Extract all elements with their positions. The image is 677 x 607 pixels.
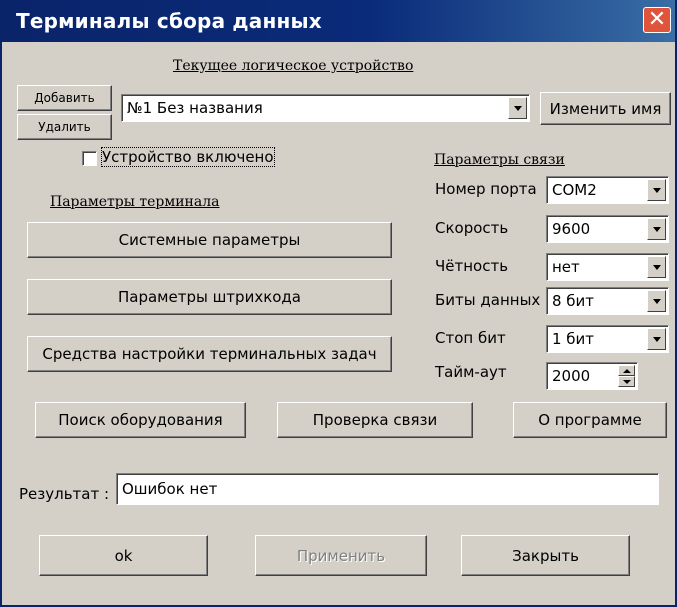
- rename-device-button[interactable]: Изменить имя: [540, 92, 671, 125]
- parity-label: Чётность: [435, 257, 509, 275]
- about-button[interactable]: О программе: [513, 402, 667, 438]
- dialog-window: Терминалы сбора данных ✕ Текущее логичес…: [0, 0, 677, 607]
- stop-bits-select[interactable]: 1 бит: [546, 325, 669, 353]
- search-equipment-button[interactable]: Поиск оборудования: [35, 402, 246, 438]
- stop-bits-label: Стоп бит: [435, 329, 506, 347]
- window-title: Терминалы сбора данных: [16, 9, 322, 33]
- result-label: Результат :: [19, 485, 110, 503]
- stop-bits-value: 1 бит: [552, 330, 595, 348]
- port-label: Номер порта: [435, 180, 537, 198]
- chevron-down-icon[interactable]: [647, 179, 666, 201]
- spinner-buttons: [618, 365, 635, 387]
- close-icon[interactable]: ✕: [643, 7, 671, 33]
- speed-select[interactable]: 9600: [546, 215, 669, 243]
- apply-button[interactable]: Применить: [255, 535, 427, 576]
- speed-label: Скорость: [435, 219, 509, 237]
- device-enabled-checkbox[interactable]: [82, 151, 97, 166]
- data-bits-label: Биты данных: [435, 291, 541, 309]
- ok-button[interactable]: ok: [39, 535, 208, 576]
- device-select-value: №1 Без названия: [127, 99, 263, 117]
- speed-value: 9600: [552, 220, 591, 238]
- title-bar[interactable]: Терминалы сбора данных ✕: [2, 0, 675, 42]
- dialog-client: Текущее логическое устройство Добавить У…: [2, 42, 675, 607]
- add-device-button[interactable]: Добавить: [17, 85, 112, 111]
- chevron-down-icon[interactable]: [647, 328, 666, 350]
- parity-value: нет: [552, 258, 580, 276]
- chevron-down-icon[interactable]: [647, 290, 666, 312]
- spin-up-icon[interactable]: [618, 365, 635, 376]
- chevron-down-icon[interactable]: [647, 256, 666, 278]
- result-value: Ошибок нет: [122, 480, 218, 498]
- connection-section-title: Параметры связи: [434, 152, 565, 168]
- data-bits-select[interactable]: 8 бит: [546, 287, 669, 315]
- barcode-params-button[interactable]: Параметры штрихкода: [27, 279, 392, 315]
- result-field[interactable]: Ошибок нет: [116, 473, 659, 505]
- device-select[interactable]: №1 Без названия: [121, 94, 530, 122]
- system-params-button[interactable]: Системные параметры: [27, 222, 392, 258]
- check-connection-button[interactable]: Проверка связи: [277, 402, 473, 438]
- data-bits-value: 8 бит: [552, 292, 595, 310]
- delete-device-button[interactable]: Удалить: [17, 114, 112, 140]
- port-select[interactable]: COM2: [546, 176, 669, 204]
- chevron-down-icon[interactable]: [647, 218, 666, 240]
- timeout-label: Тайм-аут: [435, 363, 507, 381]
- chevron-down-icon[interactable]: [508, 97, 527, 119]
- spin-down-icon[interactable]: [618, 376, 635, 387]
- task-tools-button[interactable]: Средства настройки терминальных задач: [27, 336, 392, 372]
- timeout-spinner[interactable]: 2000: [546, 362, 638, 390]
- port-value: COM2: [552, 181, 597, 199]
- device-section-title: Текущее логическое устройство: [173, 58, 414, 74]
- timeout-value: 2000: [552, 367, 591, 385]
- parity-select[interactable]: нет: [546, 253, 669, 281]
- close-button[interactable]: Закрыть: [461, 535, 630, 576]
- device-enabled-label[interactable]: Устройство включено: [101, 147, 275, 167]
- terminal-section-title: Параметры терминала: [50, 194, 220, 210]
